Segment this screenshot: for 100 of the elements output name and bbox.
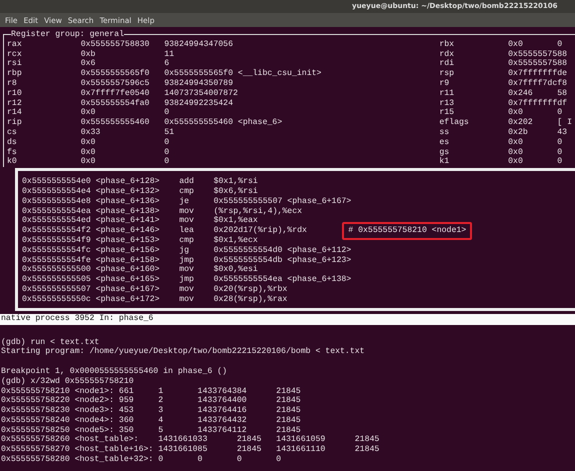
register-name: k1	[439, 157, 450, 166]
instruction-address: 0x5555555554ed <phase_6+141>	[22, 216, 160, 226]
register-hex: 0x5555555565f0	[80, 69, 150, 78]
terminal-line: (gdb) x/32wd 0x555555758210	[1, 376, 134, 386]
register-hex: 0x2b	[508, 128, 528, 137]
terminal-line: 0x555555758240 <node4>: 360 4 1433764432 21845	[1, 416, 301, 425]
register-value: 93824994347056	[164, 40, 233, 49]
terminal-line: 0x555555758210 <node1>: 661 1 1433764384 21845	[1, 386, 301, 396]
instruction-operands: $0x1,%ecx	[214, 236, 258, 245]
register-name: fs	[7, 148, 17, 157]
terminal-line: (gdb) run < text.txt	[1, 338, 100, 347]
instruction-operands: $0x1,%rsi	[214, 177, 258, 186]
register-value: 0	[164, 138, 170, 147]
instruction-operands: 0x20(%rsp),%rbx	[214, 284, 288, 294]
register-hex: 0x555555555460	[80, 118, 150, 128]
register-value: 0	[164, 108, 170, 118]
instruction-address: 0x555555555507 <phase_6+167>	[22, 284, 160, 294]
register-value: 0	[557, 138, 562, 147]
register-hex: 0x7ffff7fe0540	[80, 88, 150, 98]
instruction-address: 0x5555555554e8 <phase_6+136>	[22, 196, 160, 206]
register-hex: 0x5555557588	[508, 50, 568, 59]
instruction-mnemonic: cmp	[179, 236, 194, 245]
status-text: native process 3952 In: phase_6	[1, 314, 154, 323]
register-value: 93824992235424	[164, 98, 233, 108]
instruction-mnemonic: jmp	[179, 256, 194, 265]
register-name: r10	[7, 88, 22, 98]
register-hex: 0x0	[80, 138, 96, 147]
register-hex: 0x0	[508, 40, 523, 49]
instruction-mnemonic: mov	[179, 294, 194, 304]
instruction-mnemonic: je	[179, 196, 190, 206]
instruction-address: 0x5555555554f9 <phase_6+153>	[22, 236, 160, 245]
register-value: [ I	[557, 118, 572, 128]
register-name: ss	[439, 128, 450, 137]
register-name: rax	[7, 40, 22, 49]
register-value: 0	[557, 40, 562, 49]
register-name: eflags	[439, 118, 469, 128]
instruction-address: 0x5555555554fc <phase_6+156>	[22, 246, 160, 255]
register-hex: 0x0	[508, 138, 523, 147]
terminal-line: 0x555555758260 <host_table>: 1431661033 21845 1431661059 21845	[1, 435, 380, 444]
instruction-mnemonic: mov	[179, 284, 194, 294]
terminal-line: 0x555555758220 <node2>: 959 2 1433764400 21845	[1, 396, 301, 406]
instruction-operands: 0x555555555507 <phase_6+167>	[214, 196, 352, 206]
register-hex: 0x0	[80, 148, 96, 157]
instruction-operands: 0x5555555554d0 <phase_6+112>	[214, 246, 352, 255]
instruction-mnemonic: mov	[179, 265, 194, 274]
register-name: r8	[7, 78, 17, 88]
register-hex: 0x33	[80, 128, 100, 137]
instruction-address: 0x55555555550c <phase_6+172>	[22, 294, 160, 304]
register-hex: 0x0	[508, 157, 523, 166]
register-hex: 0xb	[80, 50, 96, 59]
register-hex: 0x0	[508, 108, 523, 118]
instruction-mnemonic: jg	[179, 246, 190, 255]
instruction-mnemonic: jmp	[179, 275, 194, 284]
instruction-address: 0x555555555500 <phase_6+160>	[22, 265, 160, 274]
terminal-line: 0x555555758250 <node5>: 350 5 1433764112 21845	[1, 426, 301, 435]
register-name: k0	[7, 157, 17, 166]
instruction-operands: $0x0,%esi	[214, 265, 258, 274]
terminal-line: Breakpoint 1, 0x0000555555555460 in phase_6 ()	[1, 366, 228, 376]
register-value: 0x555555555460 <phase_6>	[164, 118, 282, 128]
register-value: 51	[164, 128, 174, 137]
instruction-mnemonic: lea	[179, 226, 194, 236]
register-hex: 0x202	[508, 118, 533, 128]
terminal-line: Starting program: /home/yueyue/Desktop/two/bomb22215220106/bomb < text.txt	[1, 347, 365, 356]
instruction-operands: 0x5555555554db <phase_6+123>	[214, 256, 352, 265]
register-name: r13	[439, 98, 454, 108]
register-hex: 0x6	[80, 59, 96, 68]
register-value: 6	[164, 59, 170, 68]
register-name: rdx	[439, 50, 454, 59]
register-hex: 0x0	[80, 108, 96, 118]
instruction-address: 0x5555555554e0 <phase_6+128>	[22, 177, 160, 186]
instruction-operands: 0x202d17(%rip),%rdx	[214, 226, 307, 236]
register-name: cs	[7, 128, 17, 137]
register-name: rbx	[439, 40, 454, 49]
register-value: 0	[557, 148, 562, 157]
instruction-address: 0x5555555554f2 <phase_6+146>	[22, 226, 160, 236]
instruction-address: 0x5555555554e4 <phase_6+132>	[22, 186, 160, 196]
register-name: ds	[7, 138, 17, 147]
instruction-operands: $0x6,%rsi	[214, 186, 258, 196]
register-name: r15	[439, 108, 454, 118]
register-name: rsp	[439, 69, 454, 78]
register-name: gs	[439, 148, 450, 157]
register-value: 0	[557, 108, 562, 118]
register-hex: 0x5555557596c5	[80, 78, 150, 88]
register-value: 0	[557, 157, 562, 166]
register-value: 0	[164, 148, 170, 157]
register-name: r12	[7, 98, 22, 108]
register-hex: 0x7ffff7dcf8	[508, 78, 568, 88]
register-name: rdi	[439, 59, 454, 68]
register-value: 0x5555555565f0 <__libc_csu_init>	[164, 69, 322, 78]
register-value: 140737354007872	[164, 88, 238, 98]
instruction-address: 0x555555555505 <phase_6+165>	[22, 275, 160, 284]
terminal-line: 0x555555758270 <host_table+16>: 1431661085 21845 1431661110 21845	[1, 445, 380, 454]
instruction-address: 0x5555555554fe <phase_6+158>	[22, 256, 160, 265]
register-hex: 0x7fffffffde	[508, 69, 568, 78]
register-name: rcx	[7, 50, 22, 59]
terminal-line: 0x555555758230 <node3>: 453 3 1433764416 21845	[1, 406, 301, 416]
instruction-operands: $0x1,%eax	[214, 216, 258, 226]
register-name: rbp	[7, 69, 22, 78]
register-hex: 0x0	[508, 148, 523, 157]
register-hex: 0x555555758830	[80, 40, 150, 49]
